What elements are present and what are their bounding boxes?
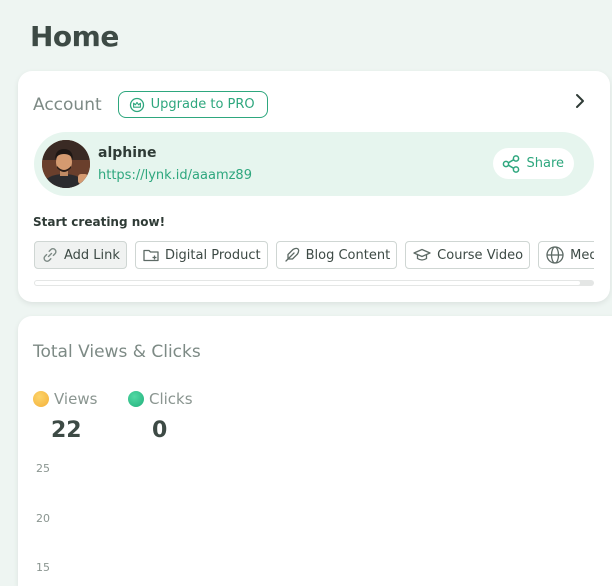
clicks-count: 0	[152, 418, 168, 443]
chip-label: Add Link	[64, 247, 120, 263]
start-creating-label: Start creating now!	[33, 215, 166, 229]
crown-icon	[129, 97, 144, 112]
chip-label: Digital Product	[164, 247, 261, 263]
profile-box: alphine https://lynk.id/aaamz89 Share	[34, 132, 594, 196]
upgrade-label: Upgrade to PRO	[150, 97, 255, 112]
clicks-label: Clicks	[149, 390, 193, 408]
scrollbar-thumb[interactable]	[35, 281, 580, 285]
chevron-right-icon[interactable]	[574, 93, 586, 109]
y-tick: 25	[36, 462, 50, 475]
chip-label: Course Video	[437, 247, 524, 263]
views-label: Views	[54, 390, 98, 408]
share-icon	[503, 154, 520, 173]
account-title: Account	[33, 94, 102, 115]
clicks-dot	[128, 391, 144, 407]
views-count: 22	[51, 418, 82, 443]
create-options-row: Add Link Digital Product Blog Content Co…	[34, 241, 594, 271]
avatar[interactable]	[42, 140, 90, 188]
views-dot	[33, 391, 49, 407]
legend-views[interactable]: Views	[33, 390, 97, 408]
add-link-button[interactable]: Add Link	[34, 241, 127, 269]
media-kit-button[interactable]: Media Kit	[538, 241, 594, 269]
account-card: Account Upgrade to PRO alphine https://l…	[18, 71, 610, 302]
horizontal-scrollbar[interactable]	[34, 280, 594, 286]
y-tick: 15	[36, 561, 50, 574]
chip-label: Media Kit	[570, 247, 594, 263]
stats-title: Total Views & Clicks	[33, 342, 201, 362]
folder-plus-icon	[143, 249, 159, 262]
account-header: Account Upgrade to PRO	[33, 91, 268, 118]
profile-link[interactable]: https://lynk.id/aaamz89	[98, 168, 252, 183]
page-title: Home	[30, 20, 119, 53]
share-button[interactable]: Share	[493, 148, 574, 179]
stats-card: Total Views & Clicks Views 22 Clicks 0 2…	[18, 316, 612, 586]
globe-icon	[546, 246, 564, 264]
y-tick: 20	[36, 512, 50, 525]
username: alphine	[98, 145, 157, 161]
digital-product-button[interactable]: Digital Product	[134, 241, 268, 269]
course-video-button[interactable]: Course Video	[405, 241, 531, 269]
upgrade-to-pro-button[interactable]: Upgrade to PRO	[117, 91, 268, 118]
chip-label: Blog Content	[305, 247, 391, 263]
legend-clicks[interactable]: Clicks	[128, 390, 193, 408]
share-label: Share	[526, 156, 564, 171]
feather-icon	[284, 247, 299, 262]
link-icon	[43, 248, 57, 262]
graduation-cap-icon	[413, 248, 431, 261]
blog-content-button[interactable]: Blog Content	[275, 241, 398, 269]
